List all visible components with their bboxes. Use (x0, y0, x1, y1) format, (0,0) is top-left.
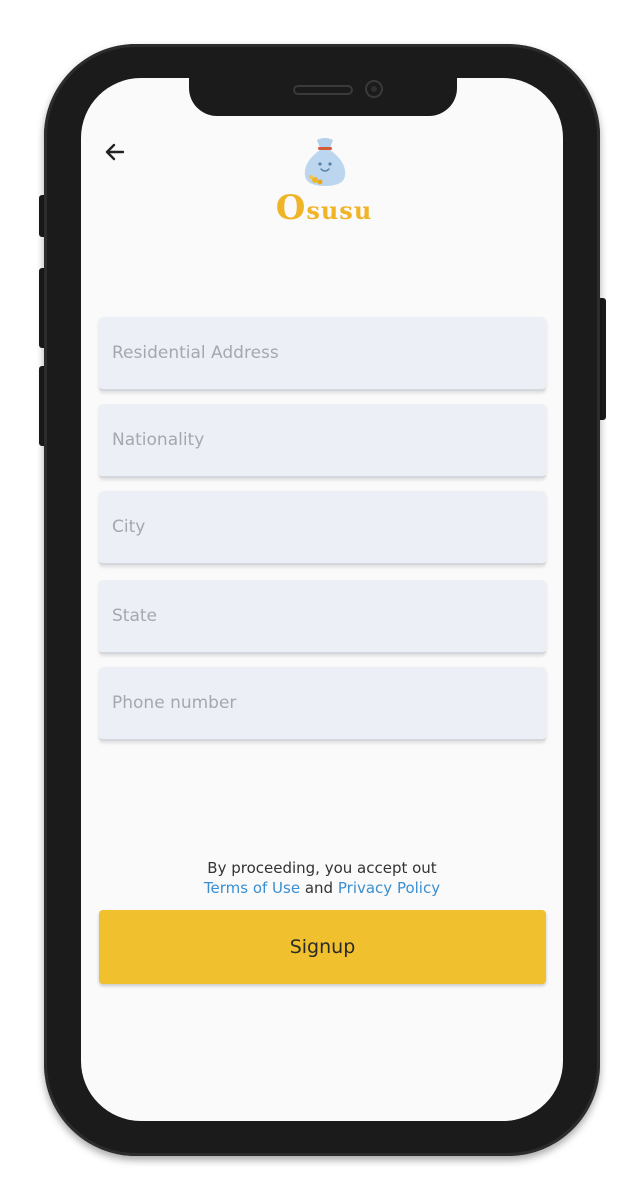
city-input[interactable] (99, 491, 546, 565)
privacy-policy-link[interactable]: Privacy Policy (338, 879, 440, 897)
app-screen: Osusu By proceeding, you accept out Term… (81, 78, 563, 1121)
back-button[interactable] (101, 138, 129, 166)
terms-prefix: By proceeding, you accept out (207, 859, 437, 877)
arrow-left-icon (105, 143, 125, 161)
terms-conjunction: and (304, 879, 334, 897)
signup-button[interactable]: Signup (99, 910, 546, 984)
state-input[interactable] (99, 580, 546, 654)
logo-rest: susu (306, 196, 373, 225)
signup-form (99, 317, 546, 754)
terms-links-line: Terms of Use and Privacy Policy (81, 878, 563, 898)
nationality-input[interactable] (99, 404, 546, 478)
device-mockup: Osusu By proceeding, you accept out Term… (0, 0, 642, 1196)
app-logo-text: Osusu (265, 188, 383, 228)
terms-of-use-link[interactable]: Terms of Use (204, 879, 300, 897)
money-bag-icon (304, 138, 346, 186)
speaker-grille (293, 85, 353, 95)
notch (189, 78, 457, 116)
logo-letter: O (275, 188, 307, 228)
front-camera (365, 80, 383, 98)
terms-notice: By proceeding, you accept out Terms of U… (81, 858, 563, 898)
app-logo: Osusu (257, 136, 387, 228)
phone-number-input[interactable] (99, 667, 546, 741)
residential-address-input[interactable] (99, 317, 546, 391)
